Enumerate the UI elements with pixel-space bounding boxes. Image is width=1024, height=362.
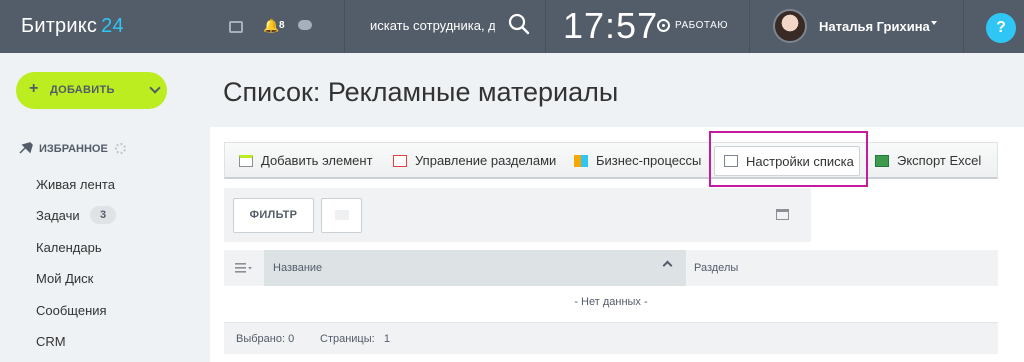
brand-name: Битрикс [21, 15, 98, 37]
plus-icon: + [29, 80, 39, 97]
top-bar: Битрикс24 🔔 8 искать сотрудника, докумен… [0, 0, 1024, 53]
column-header-name[interactable]: Название [264, 250, 686, 286]
brand-number: 24 [101, 15, 124, 37]
cloud-icon[interactable] [298, 20, 312, 30]
excel-icon [875, 154, 889, 167]
favorites-heading: ИЗБРАННОЕ [39, 143, 108, 155]
tasks-counter: 3 [90, 206, 116, 224]
sidebar-item-tasks[interactable]: Задачи [36, 208, 80, 223]
column-header-sections[interactable]: Разделы [694, 262, 738, 274]
selected-count: Выбрано: 0 [236, 333, 295, 345]
divider [344, 0, 345, 53]
empty-state: - Нет данных - [574, 296, 648, 308]
manage-sections-label: Управление разделами [415, 153, 557, 168]
chevron-down-icon [149, 82, 161, 94]
pin-icon [19, 142, 33, 154]
user-name[interactable]: Наталья Грихина [819, 19, 930, 34]
sidebar-item-my-drive[interactable]: Мой Диск [36, 271, 93, 286]
notifications-count: 8 [279, 20, 285, 31]
page-title: Список: Рекламные материалы [223, 77, 619, 107]
column-menu-icon[interactable] [235, 263, 253, 273]
search-input[interactable]: искать сотрудника, документ [370, 18, 495, 33]
filter-extra-button[interactable] [321, 198, 362, 233]
gear-icon[interactable] [115, 143, 126, 154]
chevron-down-icon[interactable] [931, 21, 937, 25]
add-button[interactable]: + ДОБАВИТЬ [16, 72, 167, 109]
filter-button[interactable]: ФИЛЬТР [233, 198, 314, 233]
grid-footer: Выбрано: 0 Страницы: 1 [224, 322, 998, 354]
window-icon[interactable] [776, 209, 789, 220]
sidebar-item-calendar[interactable]: Календарь [36, 240, 102, 255]
sort-ascending-icon [662, 260, 673, 271]
clock[interactable]: 17:57 [563, 5, 658, 47]
business-processes-label: Бизнес-процессы [596, 153, 702, 168]
sidebar-item-messages[interactable]: Сообщения [36, 303, 107, 318]
manage-sections-button[interactable]: Управление разделами [393, 143, 556, 178]
work-status-icon[interactable] [657, 19, 670, 32]
avatar[interactable] [773, 9, 807, 43]
divider [963, 0, 964, 53]
add-element-button[interactable]: Добавить элемент [239, 143, 373, 178]
help-button[interactable]: ? [986, 13, 1016, 43]
chat-icon[interactable] [229, 21, 243, 33]
business-process-icon [574, 154, 588, 167]
sidebar-item-crm[interactable]: CRM [36, 334, 66, 349]
sidebar-item-live-feed[interactable]: Живая лента [36, 177, 115, 192]
highlight-frame [709, 131, 868, 187]
column-name-label: Название [273, 262, 323, 274]
export-excel-label: Экспорт Excel [897, 153, 982, 168]
divider [749, 0, 750, 53]
bell-icon[interactable]: 🔔 [263, 18, 279, 34]
add-button-label: ДОБАВИТЬ [50, 84, 115, 96]
brand-logo[interactable]: Битрикс 24 [21, 15, 124, 38]
pagination[interactable]: Страницы: 1 [320, 333, 390, 345]
divider [545, 0, 546, 53]
add-element-label: Добавить элемент [261, 153, 373, 168]
work-status[interactable]: РАБОТАЮ [675, 20, 728, 31]
export-excel-button[interactable]: Экспорт Excel [875, 143, 981, 178]
business-processes-button[interactable]: Бизнес-процессы [574, 143, 701, 178]
sections-icon [393, 154, 407, 167]
add-element-icon [239, 154, 253, 167]
search-icon[interactable] [508, 13, 530, 35]
